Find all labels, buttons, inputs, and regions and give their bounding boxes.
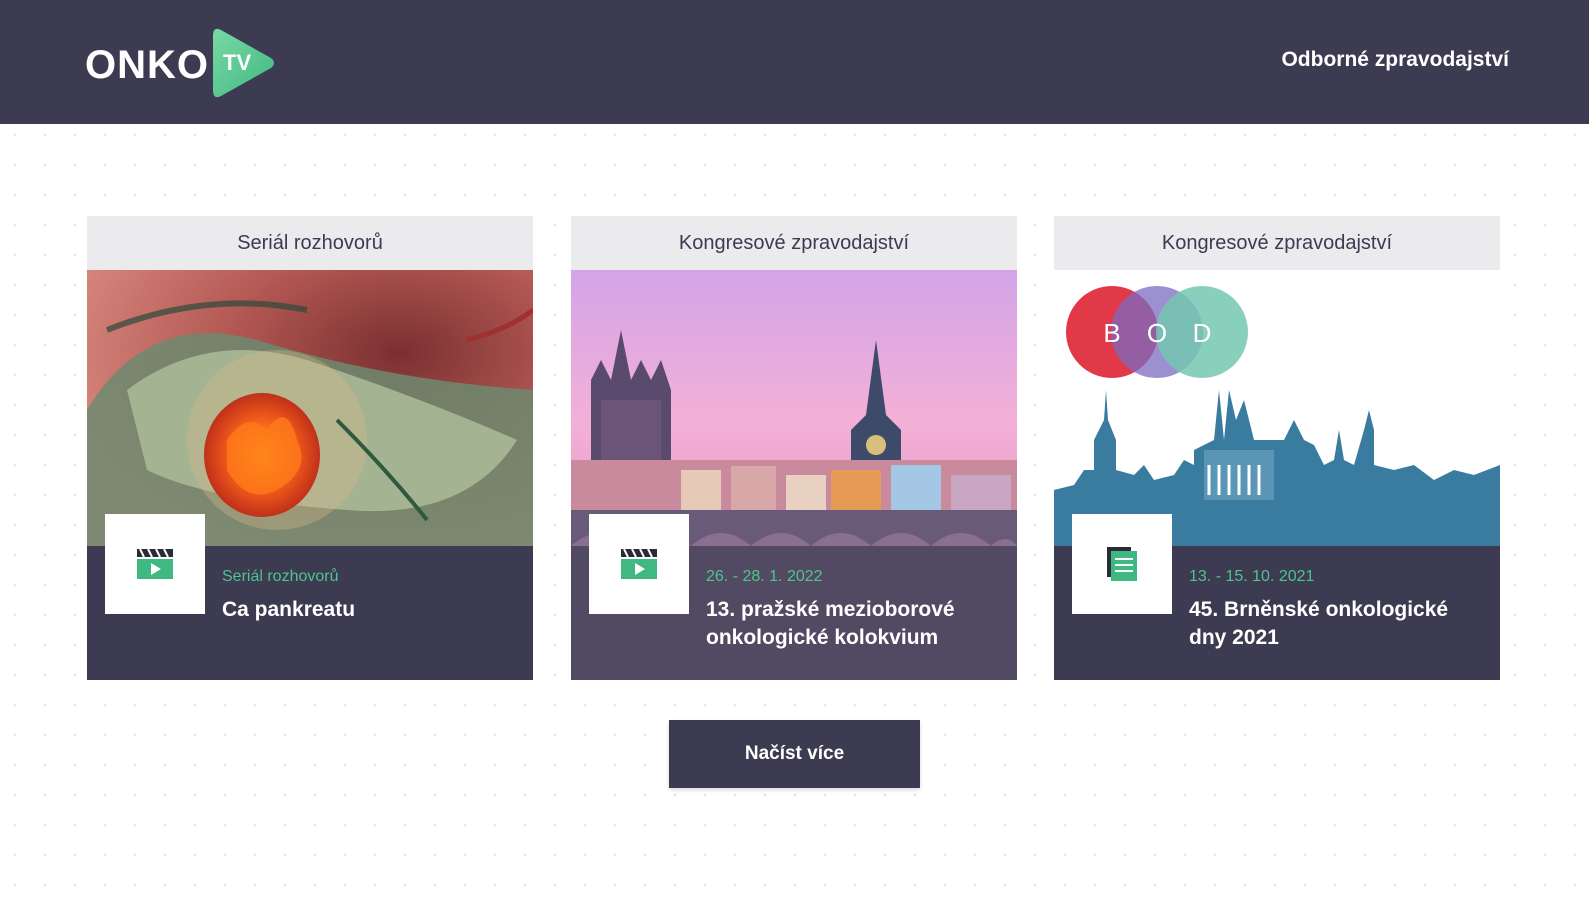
- card-meta: 26. - 28. 1. 2022: [706, 568, 823, 585]
- card-category: Kongresové zpravodajství: [1054, 216, 1500, 270]
- card-icon-box: [589, 514, 689, 614]
- card-info: 13. - 15. 10. 2021 45. Brněnské onkologi…: [1054, 514, 1500, 680]
- card-image-pancreas: [87, 270, 533, 546]
- card-icon-box: [105, 514, 205, 614]
- bod-letter-b: B: [1103, 318, 1120, 348]
- card-title[interactable]: 13. pražské mezioborové onkologické kolo…: [706, 596, 996, 652]
- load-more-button[interactable]: Načíst více: [669, 720, 920, 788]
- logo-text: ONKO: [85, 43, 209, 87]
- bod-letter-o: O: [1147, 318, 1167, 348]
- card-image-bod: B O D: [1054, 270, 1500, 546]
- card-meta: 13. - 15. 10. 2021: [1189, 568, 1315, 585]
- logo-badge: TV: [223, 50, 252, 75]
- video-clapper-icon: [621, 548, 657, 579]
- card-info: Seriál rozhovorů Ca pankreatu: [87, 514, 533, 680]
- card-image-prague: [571, 270, 1017, 546]
- card-info: 26. - 28. 1. 2022 13. pražské mezioborov…: [571, 514, 1017, 680]
- video-clapper-icon: [137, 548, 173, 579]
- card-title[interactable]: 45. Brněnské onkologické dny 2021: [1189, 596, 1479, 652]
- article-card[interactable]: Seriál rozhovorů Seriál rozhovorů Ca pan…: [87, 216, 533, 680]
- card-category: Kongresové zpravodajství: [571, 216, 1017, 270]
- article-card[interactable]: Kongresové zpravodajství B O D 13. - 15.…: [1054, 216, 1500, 680]
- nav-link-odborne-zpravodajstvi[interactable]: Odborné zpravodajství: [1281, 48, 1509, 72]
- article-card[interactable]: Kongresové zpravodajství 26. - 28. 1. 20…: [571, 216, 1017, 680]
- card-category: Seriál rozhovorů: [87, 216, 533, 270]
- site-header: ONKO TV Odborné zpravodajství: [0, 0, 1589, 124]
- card-icon-box: [1072, 514, 1172, 614]
- card-meta: Seriál rozhovorů: [222, 568, 339, 585]
- onko-tv-logo[interactable]: ONKO TV: [85, 26, 285, 100]
- bod-letter-d: D: [1193, 318, 1212, 348]
- card-title[interactable]: Ca pankreatu: [222, 596, 512, 624]
- document-icon: [1107, 547, 1137, 581]
